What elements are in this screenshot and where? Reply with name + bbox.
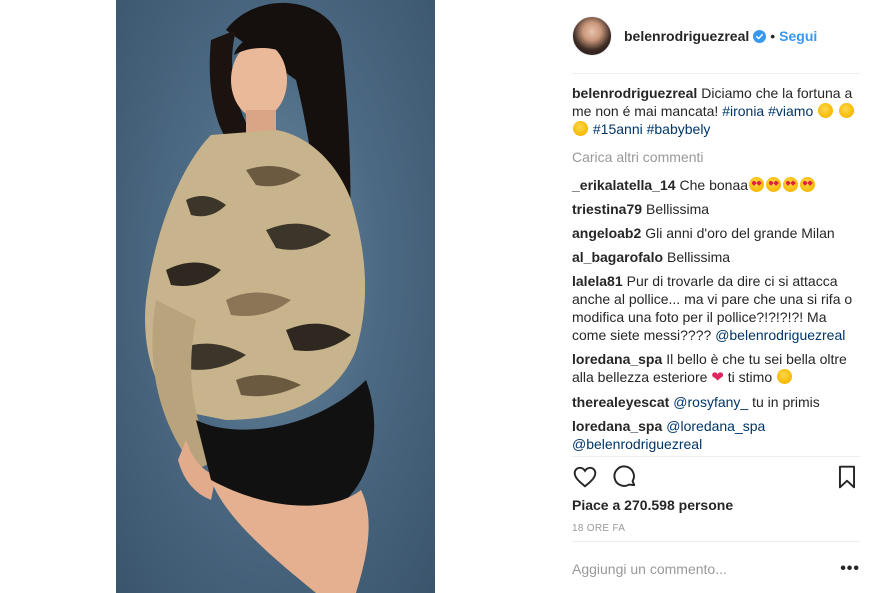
laughing-emoji-icon	[818, 103, 834, 118]
comment-text: Bellissima	[646, 201, 710, 217]
post-timestamp: 18 ORE FA	[572, 523, 626, 534]
heart-outline-icon[interactable]	[572, 464, 598, 490]
post-media-area	[0, 0, 552, 593]
laughing-emoji-icon	[839, 103, 855, 118]
comment-username[interactable]: _erikalatella_14	[572, 177, 676, 193]
comment-username[interactable]: loredana_spa	[572, 418, 662, 434]
likes-count[interactable]: Piace a 270.598 persone	[572, 497, 733, 513]
comment-text: Bellissima	[667, 249, 731, 265]
header-divider	[572, 73, 860, 74]
comment-username[interactable]: triestina79	[572, 201, 642, 217]
comment-item: therealeyescat @rosyfany_ tu in primis	[572, 393, 860, 411]
comments-list: belenrodriguezreal Diciamo che la fortuna…	[572, 84, 860, 459]
comment-item: triestina79 Bellissima	[572, 200, 860, 218]
bookmark-icon[interactable]	[834, 464, 860, 490]
mention-link[interactable]: @belenrodriguezreal	[715, 327, 845, 343]
mention-link[interactable]: @rosyfany_	[673, 394, 748, 410]
caption: belenrodriguezreal Diciamo che la fortuna…	[572, 84, 860, 138]
mention-link[interactable]: @loredana_spa	[666, 418, 765, 434]
header-username[interactable]: belenrodriguezreal	[624, 28, 749, 44]
hashtag-link[interactable]: #ironia	[722, 103, 764, 119]
red-heart-emoji-icon: ❤	[711, 369, 724, 386]
comment-item: al_bagarofalo Bellissima	[572, 248, 860, 266]
comment-username[interactable]: therealeyescat	[572, 394, 669, 410]
post-actions	[572, 464, 860, 490]
photo-illustration	[145, 2, 375, 593]
comment-text: Che bonaa	[679, 177, 749, 193]
add-comment-input[interactable]	[572, 561, 822, 577]
more-options-icon[interactable]: •••	[840, 560, 860, 578]
comment-item: angeloab2 Gli anni d'oro del grande Milan	[572, 224, 860, 242]
post-photo[interactable]	[116, 0, 435, 593]
comment-item: lalela81 Pur di trovarle da dire ci si at…	[572, 272, 860, 344]
comment-username[interactable]: angeloab2	[572, 225, 641, 241]
follow-button[interactable]: Segui	[779, 28, 817, 44]
kiss-emoji-icon	[777, 369, 792, 384]
comment-text-after: ti stimo	[727, 369, 773, 385]
hashtag-link[interactable]: #viamo	[768, 103, 813, 119]
comment-input-divider	[572, 541, 860, 542]
actions-divider	[572, 456, 860, 457]
post-header: belenrodriguezreal • Segui	[572, 14, 860, 58]
load-more-comments-button[interactable]: Carica altri commenti	[572, 148, 860, 166]
speech-bubble-icon[interactable]	[612, 464, 638, 490]
comment-text-after: tu in primis	[752, 394, 820, 410]
comment-username[interactable]: lalela81	[572, 273, 623, 289]
comment-item: _erikalatella_14 Che bonaa	[572, 176, 860, 194]
separator-dot: •	[770, 28, 776, 44]
hashtag-link[interactable]: #15anni	[593, 121, 643, 137]
heart-eyes-emoji-icon	[766, 177, 782, 192]
add-comment-bar: •••	[572, 558, 860, 580]
hashtag-link[interactable]: #babybely	[647, 121, 711, 137]
comment-username[interactable]: loredana_spa	[572, 351, 662, 367]
verified-badge-icon	[753, 29, 767, 43]
caption-username[interactable]: belenrodriguezreal	[572, 85, 697, 101]
laughing-emoji-icon	[573, 121, 588, 136]
heart-eyes-emoji-icon	[749, 177, 765, 192]
post-side-panel: belenrodriguezreal • Segui belenrodrigue…	[552, 0, 882, 593]
comment-item: loredana_spa Il bello è che tu sei bella …	[572, 350, 860, 387]
heart-eyes-emoji-icon	[800, 177, 816, 192]
mention-link[interactable]: @belenrodriguezreal	[572, 436, 702, 452]
comment-item: loredana_spa @loredana_spa @belenrodrigue…	[572, 417, 860, 453]
avatar[interactable]	[572, 16, 612, 56]
comment-text: Gli anni d'oro del grande Milan	[645, 225, 835, 241]
comment-username[interactable]: al_bagarofalo	[572, 249, 663, 265]
heart-eyes-emoji-icon	[783, 177, 799, 192]
